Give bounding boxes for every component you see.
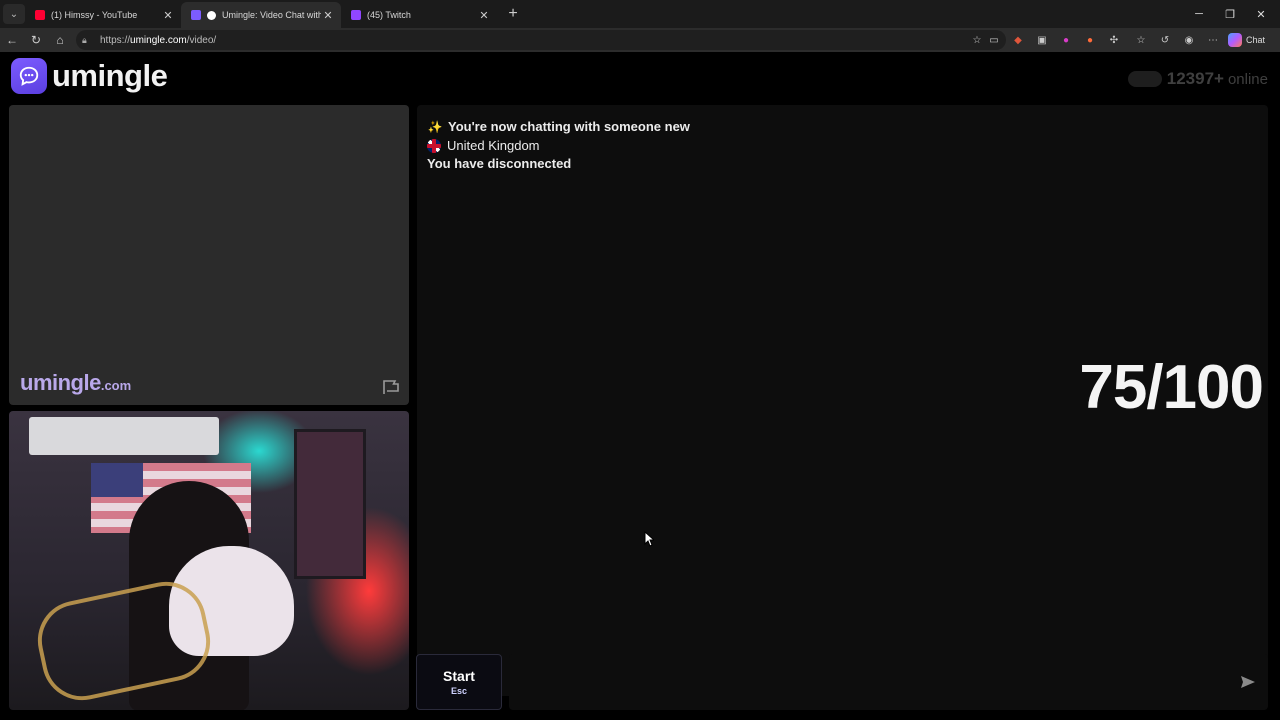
- copilot-chat-button[interactable]: Chat: [1228, 31, 1265, 49]
- lock-icon: 🔒︎: [82, 34, 87, 45]
- site-logo[interactable]: umingle: [11, 58, 168, 94]
- url-prefix: https://: [100, 34, 131, 46]
- reload-button[interactable]: ↻: [24, 28, 48, 52]
- back-button[interactable]: ←: [0, 28, 24, 52]
- start-label: Start: [443, 668, 475, 684]
- twitch-icon: [351, 10, 361, 20]
- extension-icon[interactable]: ◆: [1010, 32, 1026, 48]
- url-host: umingle.com: [130, 34, 187, 46]
- favorites-icon[interactable]: ☆: [1133, 32, 1149, 48]
- self-video: [9, 411, 409, 710]
- chat-label: Chat: [1246, 35, 1266, 45]
- sparkles-icon: ✨: [427, 119, 443, 134]
- tab-youtube[interactable]: (1) Himssy - YouTube ✕: [25, 2, 181, 28]
- online-count: 12397+: [1166, 69, 1224, 88]
- tab-twitch[interactable]: (45) Twitch ✕: [341, 2, 497, 28]
- online-label: online: [1227, 70, 1268, 88]
- watermark-main: umingle: [20, 370, 101, 395]
- url-field[interactable]: 🔒︎ https://umingle.com/video/: [76, 30, 1006, 50]
- tab-title: (45) Twitch: [367, 10, 411, 20]
- favorite-star-icon[interactable]: ☆: [969, 32, 985, 48]
- video-watermark: umingle .com: [20, 370, 131, 396]
- close-icon[interactable]: ✕: [477, 9, 491, 22]
- start-shortcut: Esc: [450, 686, 467, 696]
- chat-message: ✨ You're now chatting with someone new: [427, 119, 690, 134]
- chat-message-text: United Kingdom: [447, 138, 540, 153]
- chat-message-text: You have disconnected: [427, 156, 572, 171]
- chat-message: United Kingdom: [427, 138, 540, 153]
- more-menu-icon[interactable]: ⋯: [1205, 32, 1221, 48]
- online-indicator: 12397+ online: [1127, 69, 1268, 89]
- watermark-domain: .com: [100, 378, 132, 393]
- start-button[interactable]: Start Esc: [416, 654, 502, 710]
- logo-text: umingle: [52, 58, 168, 93]
- close-icon[interactable]: ✕: [321, 9, 335, 22]
- message-input-container: [509, 654, 1268, 710]
- message-input[interactable]: [509, 654, 1268, 710]
- tab-bar: ⌄ (1) Himssy - YouTube ✕ Umingle: Video …: [0, 0, 1280, 28]
- stranger-video: umingle .com: [9, 105, 409, 405]
- new-tab-button[interactable]: +: [501, 5, 525, 23]
- extension-icon[interactable]: ●: [1082, 32, 1098, 48]
- tab-list-button[interactable]: ⌄: [3, 4, 25, 24]
- close-icon[interactable]: ✕: [161, 9, 175, 22]
- url-path: /video/: [186, 34, 217, 46]
- report-flag-icon[interactable]: [382, 379, 400, 395]
- tab-umingle[interactable]: Umingle: Video Chat with Stra ✕: [181, 2, 341, 28]
- mouse-cursor-icon: [644, 531, 654, 547]
- youtube-icon: [35, 10, 45, 20]
- extension-icon[interactable]: ▣: [1034, 32, 1050, 48]
- close-window-button[interactable]: ✕: [1246, 0, 1276, 28]
- uk-flag-icon: [427, 138, 441, 153]
- send-icon[interactable]: [1240, 675, 1256, 689]
- tab-title: (1) Himssy - YouTube: [51, 10, 138, 20]
- restore-button[interactable]: ❐: [1215, 0, 1245, 28]
- profile-avatar-icon[interactable]: ◉: [1181, 32, 1197, 48]
- tab-title: Umingle: Video Chat with Stra: [222, 10, 321, 20]
- camera-icon[interactable]: ▭: [986, 32, 1002, 48]
- score-overlay: 75/100: [1079, 353, 1264, 422]
- video-scene-poster: [294, 429, 366, 579]
- chat-message: You have disconnected: [427, 156, 571, 171]
- history-icon[interactable]: ↺: [1157, 32, 1173, 48]
- page: umingle 12397+ online umingle .com ✨ You…: [0, 52, 1280, 720]
- loading-icon: [207, 10, 216, 20]
- minimize-button[interactable]: ─: [1184, 0, 1214, 28]
- umingle-icon: [191, 10, 201, 20]
- chat-panel: ✨ You're now chatting with someone new U…: [417, 105, 1268, 696]
- chat-bubble-icon: [11, 58, 47, 94]
- chat-message-text: You're now chatting with someone new: [448, 119, 690, 134]
- home-button[interactable]: ⌂: [48, 28, 72, 52]
- video-scene-ac-unit: [29, 417, 219, 455]
- theme-toggle[interactable]: [1127, 71, 1162, 87]
- copilot-icon: [1228, 33, 1242, 47]
- extensions-puzzle-icon[interactable]: ✣: [1106, 32, 1122, 48]
- extension-icon[interactable]: ●: [1058, 32, 1074, 48]
